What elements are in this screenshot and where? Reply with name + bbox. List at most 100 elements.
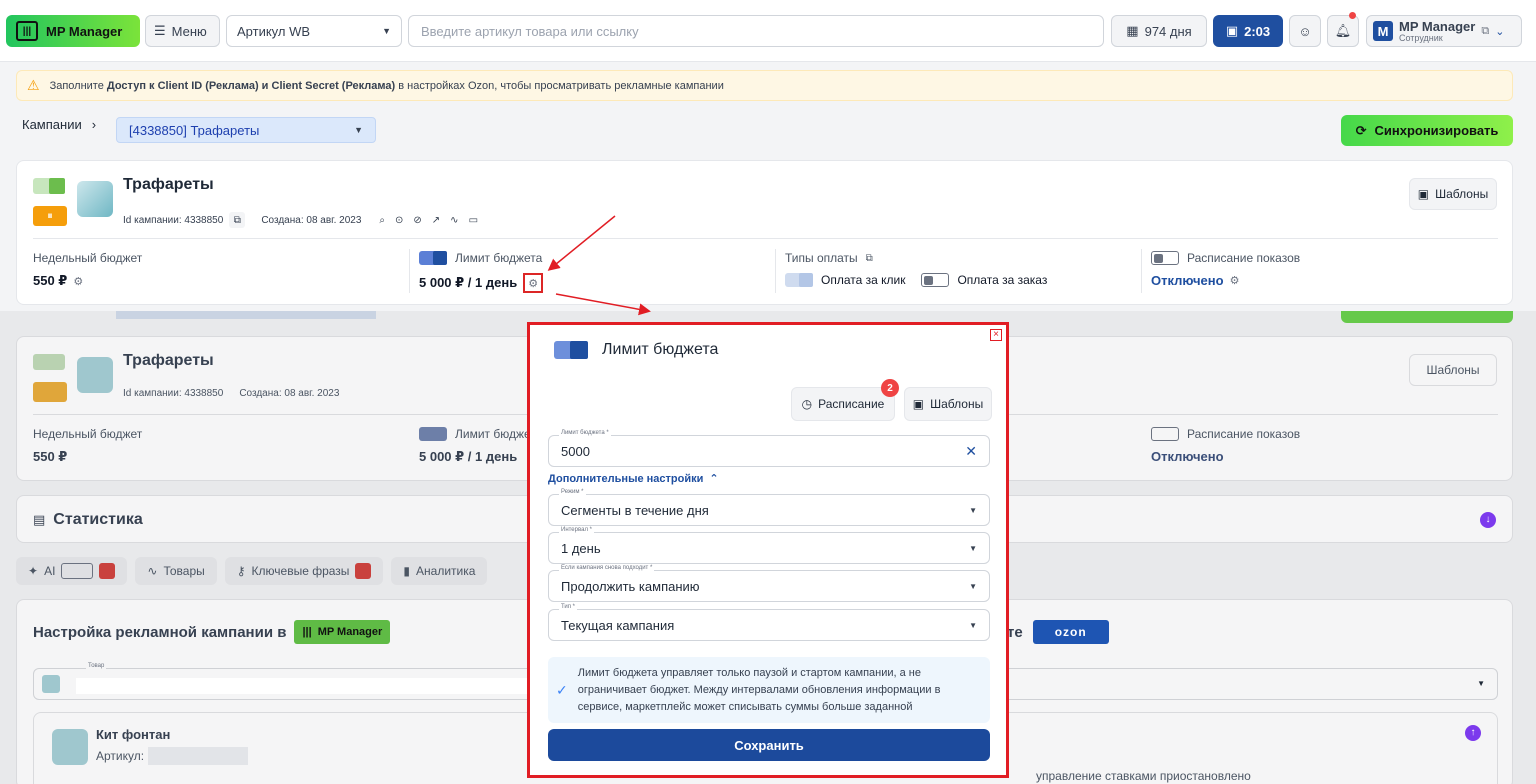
- clear-icon[interactable]: ✕: [965, 443, 977, 460]
- budget-limit-toggle[interactable]: [419, 251, 447, 265]
- article-label: Артикул:: [96, 749, 145, 763]
- interval-label: Интервал *: [559, 527, 594, 533]
- mode-label: Режим *: [559, 489, 586, 495]
- weekly-budget: Недельный бюджет 550 ₽ ⚙: [33, 251, 142, 289]
- ozon-suffix: те: [1007, 623, 1023, 641]
- save-button[interactable]: Сохранить: [548, 729, 990, 761]
- schedule-label-row: Расписание показов: [1151, 251, 1300, 265]
- schedule-button[interactable]: ◷ Расписание 2: [791, 379, 899, 421]
- payment-types: Типы оплаты ⧉ Оплата за клик Оплата за з…: [775, 249, 1047, 293]
- pause-icon[interactable]: ⏸: [33, 206, 67, 226]
- type-label: Тип *: [559, 604, 578, 610]
- templates-button[interactable]: ▣ Шаблоны: [904, 387, 992, 421]
- sku-type-select[interactable]: Артикул WB ▼: [226, 15, 402, 47]
- campaign-meta-bg: Id кампании: 4338850 Создана: 08 авг. 20…: [123, 388, 339, 399]
- breadcrumb-campaigns[interactable]: Кампании: [22, 117, 82, 132]
- key-icon: ⚷: [236, 564, 246, 578]
- limit-value-bg: 5 000 ₽ / 1 день: [419, 449, 518, 464]
- mute-icon[interactable]: ⊘: [413, 215, 421, 226]
- notifications-button[interactable]: 🔔︎: [1327, 12, 1359, 47]
- campaign-created: Создана: 08 авг. 2023: [261, 214, 362, 226]
- schedule-toggle[interactable]: [1151, 251, 1179, 265]
- again-value: Продолжить кампанию: [561, 578, 700, 594]
- search-stats-icon[interactable]: ⌕: [379, 215, 385, 226]
- budget-limit-value: 5 000 ₽ / 1 день: [419, 275, 518, 290]
- budget-limit: Лимит бюджета 5 000 ₽ / 1 день ⚙: [409, 249, 544, 293]
- sku-type-value: Артикул WB: [237, 23, 311, 39]
- video-icon: ▣: [1225, 23, 1239, 38]
- separator: [409, 249, 410, 293]
- budget-limit-gear-icon[interactable]: ⚙: [523, 273, 544, 293]
- search-field[interactable]: [408, 15, 1104, 47]
- tab-products-bg: ∿ Товары: [135, 557, 217, 585]
- campaign-active-toggle[interactable]: [33, 178, 65, 194]
- play-icon: [355, 563, 372, 579]
- ozon-logo: ozon: [1032, 620, 1109, 644]
- templates-button[interactable]: ▣ Шаблоны: [1409, 178, 1497, 210]
- templates-button-label: Шаблоны: [930, 397, 984, 411]
- pay-click-label: Оплата за клик: [821, 273, 906, 287]
- sync-label: Синхронизировать: [1374, 123, 1499, 138]
- campaign-created-bg: Создана: 08 авг. 2023: [239, 388, 340, 399]
- sync-button[interactable]: ⟳ Синхронизировать: [1341, 115, 1513, 146]
- caret-down-icon: ▼: [969, 543, 977, 553]
- templates-label-bg: Шаблоны: [1426, 363, 1480, 377]
- barcode-icon: |||: [16, 21, 38, 41]
- video-timer-button[interactable]: ▣ 2:03: [1213, 15, 1283, 47]
- budget-limit-field[interactable]: Лимит бюджета * 5000 ✕: [548, 430, 990, 467]
- product-select-label: Товар: [86, 663, 107, 669]
- campaign-select[interactable]: [4338850] Трафареты ▼: [116, 117, 376, 143]
- bell-icon: 🔔︎: [1334, 23, 1352, 38]
- calendar-icon: ▦: [1126, 23, 1139, 38]
- mode-value: Сегменты в течение дня: [561, 502, 709, 518]
- mode-select[interactable]: Режим * Сегменты в течение дня ▼: [548, 489, 990, 526]
- warning-icon: ⚠: [27, 77, 40, 93]
- chart-line-icon[interactable]: ∿: [450, 215, 458, 226]
- sync-button-strip: [1341, 311, 1513, 323]
- bar-chart-icon: ▮: [403, 564, 411, 578]
- pay-order-toggle[interactable]: [921, 273, 950, 287]
- feedback-button[interactable]: ☺: [1289, 15, 1321, 47]
- subscription-days[interactable]: ▦ 974 дня: [1111, 15, 1207, 47]
- top-bar: ||| MP Manager ☰ Меню Артикул WB ▼ ▦ 974…: [0, 0, 1536, 62]
- modal-limit-toggle[interactable]: [554, 341, 588, 359]
- again-select[interactable]: Если кампания снова подходит * Продолжит…: [548, 565, 990, 602]
- campaign-title-bg: Трафареты: [123, 352, 214, 369]
- campaign-id: Id кампании: 4338850: [123, 214, 224, 226]
- type-select[interactable]: Тип * Текущая кампания ▼: [548, 604, 990, 641]
- interval-value: 1 день: [561, 540, 601, 556]
- mouse-icon[interactable]: ⊙: [395, 215, 403, 226]
- budget-limit-field-label: Лимит бюджета *: [559, 430, 611, 436]
- interval-select[interactable]: Интервал * 1 день ▼: [548, 527, 990, 564]
- budget-limit-bg: Лимит бюджета 5 000 ₽ / 1 день: [419, 427, 542, 465]
- menu-button[interactable]: ☰ Меню: [145, 15, 220, 47]
- logo[interactable]: ||| MP Manager: [6, 15, 140, 47]
- profile-menu[interactable]: M MP Manager Сотрудник ⧉ ⌄: [1366, 15, 1522, 47]
- gear-icon[interactable]: ⚙: [73, 275, 83, 288]
- copy-id-icon[interactable]: ⧉: [229, 212, 246, 228]
- mp-badge-label: MP Manager: [317, 626, 383, 638]
- statistics-title-row: ▤ Статистика: [33, 511, 143, 529]
- gear-icon[interactable]: ⚙: [1230, 274, 1240, 287]
- caret-down-icon: ▼: [354, 125, 363, 135]
- info-box: ✓ Лимит бюджета управляет только паузой …: [548, 657, 990, 723]
- campaign-actions: ⌕ ⊙ ⊘ ↗ ∿ ▭: [379, 215, 478, 226]
- pay-click-toggle[interactable]: [785, 273, 813, 287]
- weekly-budget-value: 550 ₽: [33, 273, 68, 288]
- play-icon: [99, 563, 116, 579]
- redacted-article: [148, 747, 249, 765]
- calendar-icon[interactable]: ▭: [469, 215, 478, 226]
- weekly-budget-bg: Недельный бюджет 550 ₽: [33, 427, 142, 465]
- search-input[interactable]: [421, 23, 1091, 39]
- weekly-budget-label: Недельный бюджет: [33, 251, 143, 265]
- caret-down-icon: ▼: [1477, 679, 1485, 688]
- external-link-icon[interactable]: ↗: [432, 215, 440, 226]
- close-icon[interactable]: ×: [990, 329, 1002, 341]
- campaign-title: Трафареты: [123, 176, 214, 193]
- templates-button-bg: Шаблоны: [1409, 354, 1497, 386]
- budget-limit-modal: × Лимит бюджета ◷ Расписание 2 ▣ Шаблоны…: [527, 322, 1009, 778]
- weekly-budget-label-bg: Недельный бюджет: [33, 427, 143, 441]
- budget-limit-input[interactable]: 5000: [561, 444, 590, 459]
- redacted-product: [76, 678, 528, 694]
- advanced-settings-toggle[interactable]: Дополнительные настройки ⌃: [548, 472, 719, 486]
